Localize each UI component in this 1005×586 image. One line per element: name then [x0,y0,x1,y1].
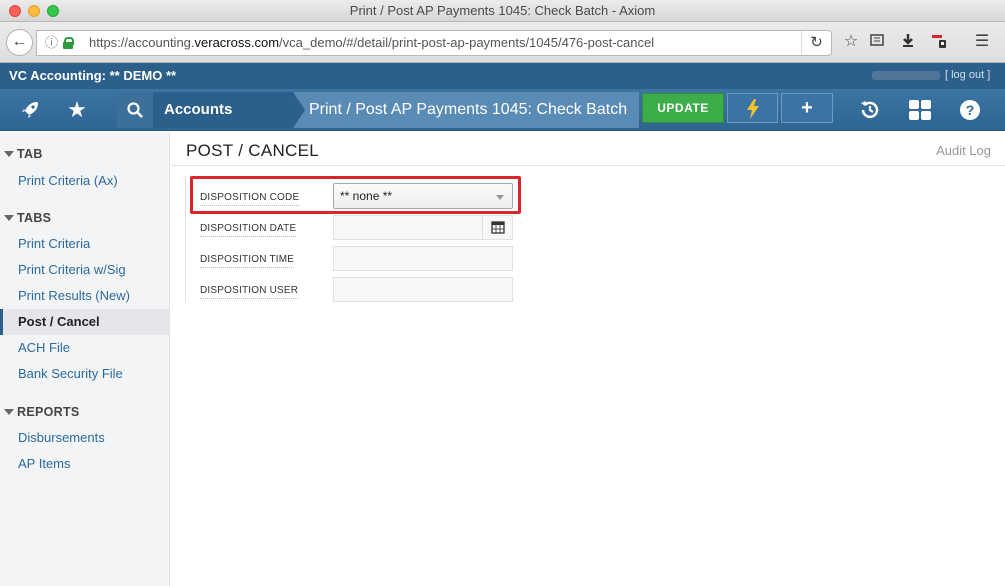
sidebar-item-print-criteria-sig[interactable]: Print Criteria w/Sig [0,257,169,283]
disposition-form: DISPOSITION CODE ** none ** DISPOSITION … [185,176,521,302]
sidebar-section-tab[interactable]: TAB [0,147,43,161]
url-text[interactable]: https://accounting.veracross.com/vca_dem… [89,31,654,55]
disposition-code-label: DISPOSITION CODE [200,192,300,206]
help-icon[interactable]: ? [952,89,988,131]
breadcrumb-section[interactable]: Accounts Payable [153,92,305,154]
lightning-bolt-button[interactable] [727,93,778,123]
minimize-window-button[interactable] [28,5,40,17]
svg-text:?: ? [966,102,975,118]
sidebar-item-print-criteria-ax[interactable]: Print Criteria (Ax) [0,168,169,194]
section-heading: POST / CANCEL [186,141,320,160]
menu-icon[interactable]: ☰ [972,32,992,52]
sidebar-item-print-criteria[interactable]: Print Criteria [0,231,169,257]
rocket-icon[interactable] [12,89,48,131]
window-title: Print / Post AP Payments 1045: Check Bat… [349,3,656,18]
disposition-time-label: DISPOSITION TIME [200,254,295,268]
maximize-window-button[interactable] [47,5,59,17]
sidebar-item-ap-items[interactable]: AP Items [0,451,169,477]
reader-view-icon[interactable] [867,32,887,52]
sidebar-item-ach-file[interactable]: ACH File [0,335,169,361]
browser-toolbar: ← ⓘ https://accounting.veracross.com/vca… [0,22,1005,63]
app-title: VC Accounting: ** DEMO ** [9,68,177,83]
sidebar-item-post-cancel[interactable]: Post / Cancel [0,309,169,335]
download-icon[interactable] [898,32,918,52]
close-window-button[interactable] [9,5,21,17]
audit-log-link[interactable]: Audit Log [936,143,991,158]
app-header: VC Accounting: ** DEMO ** [ log out ] [0,63,1005,89]
disposition-date-label: DISPOSITION DATE [200,223,297,237]
app-navbar: ★ Accounts Payable Print / Post AP Payme… [0,89,1005,154]
search-icon[interactable] [117,92,153,128]
bookmark-star-icon[interactable]: ☆ [841,32,861,52]
divider [171,165,1005,166]
disposition-time-field[interactable] [333,246,513,271]
page-title: Print / Post AP Payments 1045: Check Bat… [309,101,628,118]
sidebar: TAB Print Criteria (Ax) TABS Print Crite… [0,132,170,586]
user-name [872,71,940,80]
calendar-icon[interactable] [482,216,512,239]
arrow-left-icon: ← [11,33,28,50]
reload-icon[interactable]: ↻ [801,31,831,55]
info-icon[interactable]: ⓘ [45,31,58,55]
disposition-user-field[interactable] [333,277,513,302]
star-icon[interactable]: ★ [59,89,95,131]
chevron-down-icon [496,195,504,200]
logout-link[interactable]: [ log out ] [945,69,990,81]
history-icon[interactable] [852,89,888,131]
sidebar-item-disbursements[interactable]: Disbursements [0,425,169,451]
sidebar-item-print-results[interactable]: Print Results (New) [0,283,169,309]
disposition-user-label: DISPOSITION USER [200,285,299,299]
window-titlebar: Print / Post AP Payments 1045: Check Bat… [0,0,1005,22]
grid-icon[interactable] [902,89,938,131]
back-button[interactable]: ← [6,29,33,56]
sidebar-section-reports[interactable]: REPORTS [0,405,80,419]
disposition-code-select[interactable]: ** none ** [333,183,513,209]
extension-icon[interactable] [929,32,949,52]
address-bar[interactable]: ⓘ https://accounting.veracross.com/vca_d… [36,30,832,56]
add-button[interactable]: + [781,93,833,123]
sidebar-item-bank-security-file[interactable]: Bank Security File [0,361,169,387]
main-content: POST / CANCEL Audit Log DISPOSITION CODE… [171,132,1005,586]
disposition-date-field[interactable] [333,215,513,240]
update-button[interactable]: UPDATE [642,93,724,123]
disposition-code-value: ** none ** [340,189,393,203]
lock-icon [63,37,74,49]
sidebar-section-tabs[interactable]: TABS [0,211,51,225]
breadcrumb: Accounts Payable Print / Post AP Payment… [117,92,639,154]
